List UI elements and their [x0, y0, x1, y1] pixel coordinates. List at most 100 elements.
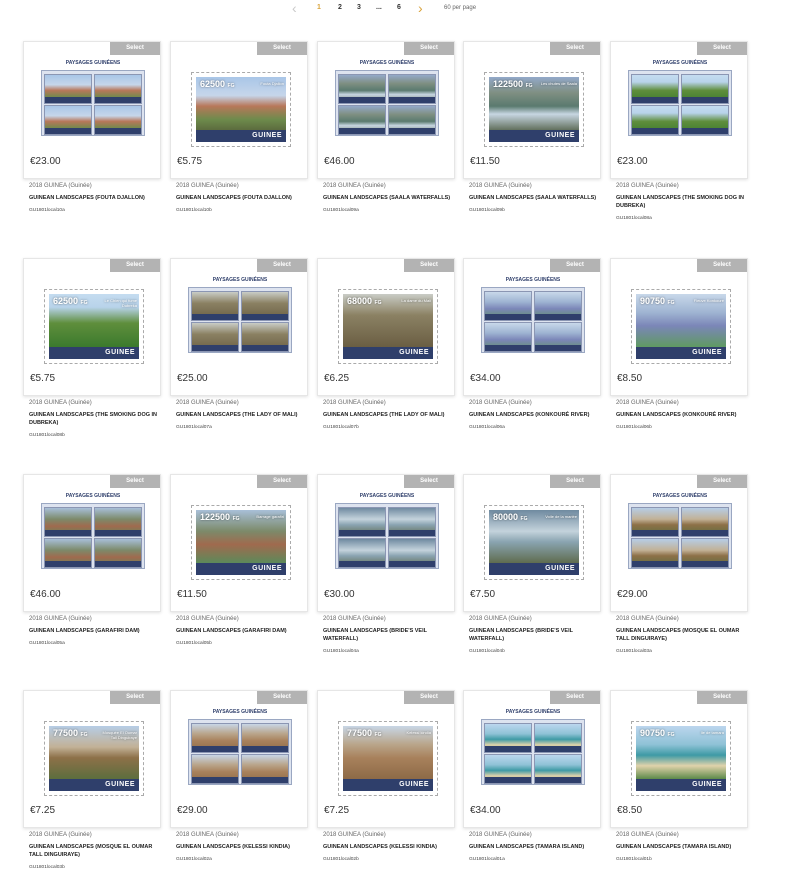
product-card[interactable]: Select PAYSAGES GUINÉENS €23.00 [23, 41, 161, 179]
product-name-link[interactable]: GUINEAN LANDSCAPES (KONKOURÉ RIVER) [469, 411, 601, 419]
product-code: GU1801local08a [616, 216, 652, 221]
product-name-link[interactable]: GUINEAN LANDSCAPES (KONKOURÉ RIVER) [616, 411, 748, 419]
product-name-link[interactable]: GUINEAN LANDSCAPES (TAMARA ISLAND) [469, 843, 601, 851]
product-card[interactable]: Select 62500 FG Le Chien qui fume Dubreka G… [23, 258, 161, 396]
product-code: GU1801local09a [323, 208, 359, 213]
product-card[interactable]: Select 68000 FG La dame du Mali GUINEE €6.25 [317, 258, 455, 396]
product-card[interactable]: Select PAYSAGES GUINÉENS €46.00 [317, 41, 455, 179]
souvenir-sheet-image[interactable]: PAYSAGES GUINÉENS [335, 60, 439, 148]
product-name-link[interactable]: GUINEAN LANDSCAPES (BRIDE'S VEIL WATERFA… [469, 627, 601, 643]
stamp-image[interactable]: 62500 FG Le Chien qui fume Dubreka GUINEE [44, 289, 144, 364]
stamp-image[interactable]: 80000 FG Voile de la mariée GUINEE [484, 505, 584, 580]
stamp-band: GUINEE [489, 563, 579, 575]
stamp-band: GUINEE [636, 347, 726, 359]
product-name-link[interactable]: GUINEAN LANDSCAPES (TAMARA ISLAND) [616, 843, 748, 851]
product-card[interactable]: Select 90750 FG Fleuve Konkouré GUINEE €8.50 [610, 258, 748, 396]
product-card[interactable]: Select PAYSAGES GUINÉENS €29.00 [610, 474, 748, 612]
select-button[interactable]: Select [110, 691, 160, 704]
souvenir-sheet-image[interactable]: PAYSAGES GUINÉENS [628, 493, 732, 581]
product-card[interactable]: Select 122500 FG Les chutes de Saala GUINEE… [463, 41, 601, 179]
product-name-link[interactable]: GUINEAN LANDSCAPES (THE SMOKING DOG IN D… [616, 194, 748, 210]
chevron-right-icon[interactable]: › [418, 0, 423, 16]
product-name-link[interactable]: GUINEAN LANDSCAPES (BRIDE'S VEIL WATERFA… [323, 627, 455, 643]
product-name-link[interactable]: GUINEAN LANDSCAPES (MOSQUE EL OUMAR TALL… [616, 627, 748, 643]
mini-stamp [191, 322, 239, 352]
select-button[interactable]: Select [110, 42, 160, 55]
select-button[interactable]: Select [550, 42, 600, 55]
page-link-6[interactable]: 6 [397, 4, 401, 11]
select-button[interactable]: Select [404, 691, 454, 704]
product-card[interactable]: Select PAYSAGES GUINÉENS €25.00 [170, 258, 308, 396]
page-link-1[interactable]: 1 [317, 4, 321, 11]
product-card[interactable]: Select PAYSAGES GUINÉENS €29.00 [170, 690, 308, 828]
souvenir-sheet-image[interactable]: PAYSAGES GUINÉENS [481, 709, 585, 797]
select-button[interactable]: Select [257, 691, 307, 704]
product-card[interactable]: Select 80000 FG Voile de la mariée GUINEE €7… [463, 474, 601, 612]
select-button[interactable]: Select [697, 42, 747, 55]
product-name-link[interactable]: GUINEAN LANDSCAPES (KELESSI KINDIA) [323, 843, 455, 851]
product-meta: 2018 GUINEA (Guinée) GUINEAN LANDSCAPES (… [323, 616, 455, 654]
stamp-image[interactable]: 77500 FG Kelessi kindia GUINEE [338, 721, 438, 796]
page-link-3[interactable]: 3 [357, 4, 361, 11]
product-name-link[interactable]: GUINEAN LANDSCAPES (FOUTA DJALLON) [176, 194, 308, 202]
chevron-left-icon[interactable]: ‹ [292, 0, 297, 16]
mini-stamp [44, 507, 92, 537]
product-meta: 2018 GUINEA (Guinée) GUINEAN LANDSCAPES (… [323, 832, 455, 862]
stamp-image[interactable]: 122500 FG Barrage garafiri GUINEE [191, 505, 291, 580]
souvenir-sheet-image[interactable]: PAYSAGES GUINÉENS [628, 60, 732, 148]
mini-stamp [241, 291, 289, 321]
product-card[interactable]: Select PAYSAGES GUINÉENS €46.00 [23, 474, 161, 612]
product-name-link[interactable]: GUINEAN LANDSCAPES (FOUTA DJALLON) [29, 194, 161, 202]
stamp-image[interactable]: 77500 FG Mosquée El Oumar Tall Dinguiraye… [44, 721, 144, 796]
stamp-image[interactable]: 90750 FG Fleuve Konkouré GUINEE [631, 289, 731, 364]
product-name-link[interactable]: GUINEAN LANDSCAPES (THE LADY OF MALI) [323, 411, 455, 419]
page-link-2[interactable]: 2 [338, 4, 342, 11]
product-series: 2018 GUINEA (Guinée) [323, 832, 386, 838]
select-button[interactable]: Select [697, 475, 747, 488]
stamp-image[interactable]: 68000 FG La dame du Mali GUINEE [338, 289, 438, 364]
select-button[interactable]: Select [697, 691, 747, 704]
product-card[interactable]: Select 122500 FG Barrage garafiri GUINEE €11… [170, 474, 308, 612]
product-name-link[interactable]: GUINEAN LANDSCAPES (GARAFIRI DAM) [29, 627, 161, 635]
souvenir-sheet-image[interactable]: PAYSAGES GUINÉENS [188, 277, 292, 365]
stamp-image[interactable]: 122500 FG Les chutes de Saala GUINEE [484, 72, 584, 147]
denomination-currency: FG [520, 516, 528, 522]
souvenir-sheet-image[interactable]: PAYSAGES GUINÉENS [41, 493, 145, 581]
product-name-link[interactable]: GUINEAN LANDSCAPES (SAALA WATERFALLS) [323, 194, 455, 202]
select-button[interactable]: Select [257, 259, 307, 272]
product-name-link[interactable]: GUINEAN LANDSCAPES (GARAFIRI DAM) [176, 627, 308, 635]
select-button[interactable]: Select [550, 475, 600, 488]
product-card[interactable]: Select PAYSAGES GUINÉENS €23.00 [610, 41, 748, 179]
product-name-link[interactable]: GUINEAN LANDSCAPES (KELESSI KINDIA) [176, 843, 308, 851]
select-button[interactable]: Select [110, 259, 160, 272]
sheet-title: PAYSAGES GUINÉENS [652, 493, 708, 499]
select-button[interactable]: Select [697, 259, 747, 272]
select-button[interactable]: Select [257, 475, 307, 488]
select-button[interactable]: Select [404, 475, 454, 488]
select-button[interactable]: Select [550, 691, 600, 704]
select-button[interactable]: Select [257, 42, 307, 55]
souvenir-sheet-image[interactable]: PAYSAGES GUINÉENS [41, 60, 145, 148]
stamp-band: GUINEE [343, 779, 433, 791]
product-card[interactable]: Select 77500 FG Mosquée El Oumar Tall Ding… [23, 690, 161, 828]
product-card[interactable]: Select PAYSAGES GUINÉENS €34.00 [463, 690, 601, 828]
product-card[interactable]: Select PAYSAGES GUINÉENS €34.00 [463, 258, 601, 396]
product-series: 2018 GUINEA (Guinée) [176, 183, 239, 189]
product-name-link[interactable]: GUINEAN LANDSCAPES (THE LADY OF MALI) [176, 411, 308, 419]
select-button[interactable]: Select [550, 259, 600, 272]
select-button[interactable]: Select [110, 475, 160, 488]
stamp-image[interactable]: 90750 FG Ile de tamara GUINEE [631, 721, 731, 796]
stamp-image[interactable]: 62500 FG Fouta Djallon GUINEE [191, 72, 291, 147]
souvenir-sheet-image[interactable]: PAYSAGES GUINÉENS [188, 709, 292, 797]
product-name-link[interactable]: GUINEAN LANDSCAPES (THE SMOKING DOG IN D… [29, 411, 161, 427]
select-button[interactable]: Select [404, 42, 454, 55]
product-card[interactable]: Select 62500 FG Fouta Djallon GUINEE €5.75 [170, 41, 308, 179]
product-name-link[interactable]: GUINEAN LANDSCAPES (MOSQUE EL OUMAR TALL… [29, 843, 161, 859]
souvenir-sheet-image[interactable]: PAYSAGES GUINÉENS [481, 277, 585, 365]
souvenir-sheet-image[interactable]: PAYSAGES GUINÉENS [335, 493, 439, 581]
product-card[interactable]: Select 90750 FG Ile de tamara GUINEE €8.50 [610, 690, 748, 828]
product-card[interactable]: Select PAYSAGES GUINÉENS €30.00 [317, 474, 455, 612]
select-button[interactable]: Select [404, 259, 454, 272]
product-card[interactable]: Select 77500 FG Kelessi kindia GUINEE €7.25 [317, 690, 455, 828]
product-name-link[interactable]: GUINEAN LANDSCAPES (SAALA WATERFALLS) [469, 194, 601, 202]
